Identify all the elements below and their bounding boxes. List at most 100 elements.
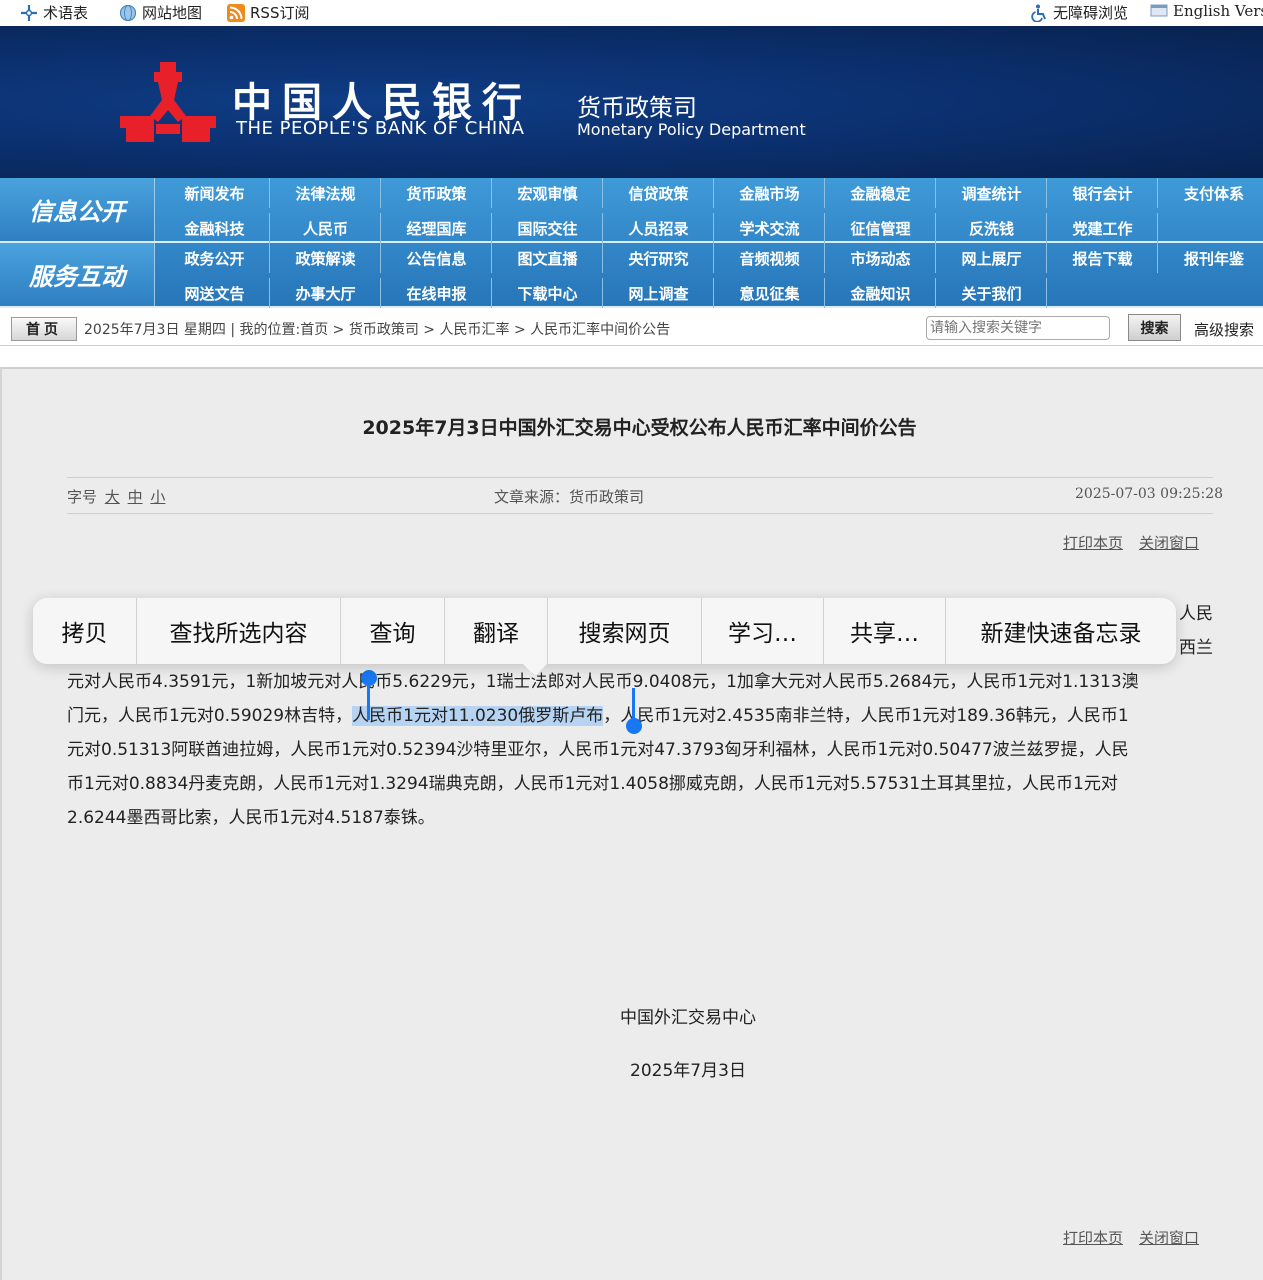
- nav-item[interactable]: 新闻发布: [160, 178, 270, 208]
- nav-item[interactable]: 办事大厅: [271, 278, 381, 308]
- nav-item[interactable]: 图文直播: [493, 243, 603, 273]
- nav-item[interactable]: 法律法规: [271, 178, 381, 208]
- menu-copy[interactable]: 拷贝: [33, 598, 137, 664]
- english-link[interactable]: English Versio: [1150, 2, 1263, 20]
- font-size-label: 字号: [67, 488, 98, 506]
- advanced-search-link[interactable]: 高级搜索: [1194, 319, 1254, 340]
- nav-item[interactable]: 宏观审慎: [493, 178, 603, 208]
- article-panel: 2025年7月3日中国外汇交易中心受权公布人民币汇率中间价公告 字号 大 中 小…: [0, 367, 1263, 1280]
- menu-translate[interactable]: 翻译: [445, 598, 548, 664]
- font-large-link[interactable]: 大: [105, 488, 120, 506]
- sign-date: 2025年7月3日: [630, 1061, 746, 1081]
- accessible-link[interactable]: 无障碍浏览: [1030, 2, 1128, 23]
- body-line: 元对0.51313阿联酋迪拉姆，人民币1元对0.52394沙特里亚尔，人民币1元…: [67, 740, 1129, 760]
- nav-item[interactable]: 银行会计: [1048, 178, 1158, 208]
- nav-item[interactable]: 经理国库: [382, 213, 492, 243]
- main-nav: 信息公开 新闻发布 法律法规 货币政策 宏观审慎 信贷政策 金融市场 金融稳定 …: [0, 178, 1263, 308]
- nav-item[interactable]: 党建工作: [1048, 213, 1158, 243]
- nav-item[interactable]: 意见征集: [715, 278, 825, 308]
- nav-item[interactable]: 关于我们: [937, 278, 1047, 308]
- menu-share[interactable]: 共享…: [824, 598, 946, 664]
- top-utility-bar: 术语表 网站地图 RSS订阅 无障碍浏览 English Versio: [0, 0, 1263, 26]
- nav-item[interactable]: 人民币: [271, 213, 381, 243]
- nav-item[interactable]: 支付体系: [1159, 178, 1263, 208]
- font-medium-link[interactable]: 中: [128, 488, 143, 506]
- nav-item[interactable]: 金融科技: [160, 213, 270, 243]
- print-link[interactable]: 打印本页: [1063, 1229, 1123, 1247]
- search-input[interactable]: [926, 316, 1110, 340]
- nav-item[interactable]: 公告信息: [382, 243, 492, 273]
- body-line: 币1元对0.8834丹麦克朗，人民币1元对1.3294瑞典克朗，人民币1元对1.…: [67, 774, 1118, 794]
- selected-text[interactable]: 人民币1元对11.0230俄罗斯卢布: [352, 706, 604, 726]
- nav-item[interactable]: 政务公开: [160, 243, 270, 273]
- nav-item[interactable]: 人员招录: [604, 213, 714, 243]
- nav-item[interactable]: 网上展厅: [937, 243, 1047, 273]
- menu-search-web[interactable]: 搜索网页: [548, 598, 702, 664]
- search-button[interactable]: 搜索: [1128, 314, 1181, 341]
- bank-name-en: THE PEOPLE'S BANK OF CHINA: [236, 118, 525, 139]
- nav-row-info: 信息公开 新闻发布 法律法规 货币政策 宏观审慎 信贷政策 金融市场 金融稳定 …: [0, 178, 1263, 243]
- text-selection-context-menu: 拷贝 查找所选内容 查询 翻译 搜索网页 学习… 共享… 新建快速备忘录: [33, 598, 1176, 676]
- english-label: English Versio: [1173, 2, 1263, 20]
- nav-item[interactable]: 金融稳定: [826, 178, 936, 208]
- nav-item[interactable]: 报刊年鉴: [1159, 243, 1263, 273]
- breadcrumb-bar: 首页 2025年7月3日 星期四 | 我的位置:首页 > 货币政策司 > 人民币…: [0, 310, 1263, 346]
- nav-item[interactable]: 反洗钱: [937, 213, 1047, 243]
- font-size-control: 字号 大 中 小: [67, 486, 165, 507]
- selection-end-handle[interactable]: [626, 688, 642, 734]
- nav-item[interactable]: 报告下载: [1048, 243, 1158, 273]
- selection-start-handle[interactable]: [361, 670, 377, 720]
- nav-item[interactable]: 信贷政策: [604, 178, 714, 208]
- menu-learn[interactable]: 学习…: [702, 598, 824, 664]
- article-title: 2025年7月3日中国外汇交易中心受权公布人民币汇率中间价公告: [362, 417, 917, 439]
- nav-item[interactable]: 金融知识: [826, 278, 936, 308]
- divider: [67, 513, 1213, 514]
- wheelchair-icon: [1030, 4, 1048, 22]
- nav-item[interactable]: 央行研究: [604, 243, 714, 273]
- nav-item[interactable]: 调查统计: [937, 178, 1047, 208]
- article-tools-top: 打印本页 关闭窗口: [1063, 532, 1199, 553]
- print-link[interactable]: 打印本页: [1063, 534, 1123, 552]
- menu-find-selection[interactable]: 查找所选内容: [137, 598, 341, 664]
- nav-item[interactable]: 政策解读: [271, 243, 381, 273]
- nav-row-service: 服务互动 政务公开 政策解读 公告信息 图文直播 央行研究 音频视频 市场动态 …: [0, 243, 1263, 308]
- body-text-segment: ，人民币1元对2.4535南非兰特，人民币1元对189.36韩元，人民币1: [603, 706, 1129, 726]
- close-window-link[interactable]: 关闭窗口: [1139, 534, 1199, 552]
- sitemap-link[interactable]: 网站地图: [119, 2, 202, 23]
- nav-item[interactable]: 网上调查: [604, 278, 714, 308]
- rss-link[interactable]: RSS订阅: [227, 2, 309, 23]
- globe-icon: [119, 4, 137, 22]
- rss-icon: [227, 3, 245, 22]
- nav-item[interactable]: 金融市场: [715, 178, 825, 208]
- rss-label: RSS订阅: [250, 4, 310, 22]
- glossary-icon: [20, 4, 38, 22]
- nav-item[interactable]: 在线申报: [382, 278, 492, 308]
- nav-item[interactable]: 征信管理: [826, 213, 936, 243]
- article-source: 文章来源：货币政策司: [494, 488, 645, 506]
- body-line: 2.6244墨西哥比索，人民币1元对4.5187泰铢。: [67, 808, 435, 828]
- nav-label-service: 服务互动: [0, 243, 155, 306]
- glossary-link[interactable]: 术语表: [20, 2, 88, 23]
- sitemap-label: 网站地图: [142, 4, 203, 22]
- divider: [67, 477, 1213, 478]
- body-line: 元对人民币4.3591元，1新加坡元对人民币5.6229元，1瑞士法郎对人民币9…: [67, 672, 1139, 692]
- nav-item[interactable]: 下载中心: [493, 278, 603, 308]
- nav-item[interactable]: 国际交往: [493, 213, 603, 243]
- accessible-label: 无障碍浏览: [1053, 4, 1129, 22]
- menu-new-quick-note[interactable]: 新建快速备忘录: [946, 598, 1176, 664]
- dept-name-cn: 货币政策司: [577, 94, 697, 122]
- nav-item[interactable]: 市场动态: [826, 243, 936, 273]
- pboc-logo-icon[interactable]: [118, 60, 218, 150]
- font-small-link[interactable]: 小: [150, 488, 165, 506]
- nav-item[interactable]: 货币政策: [382, 178, 492, 208]
- menu-lookup[interactable]: 查询: [341, 598, 445, 664]
- article-tools-bottom: 打印本页 关闭窗口: [1063, 1227, 1199, 1248]
- glossary-label: 术语表: [43, 4, 89, 22]
- breadcrumb[interactable]: 2025年7月3日 星期四 | 我的位置:首页 > 货币政策司 > 人民币汇率 …: [84, 319, 670, 339]
- close-window-link[interactable]: 关闭窗口: [1139, 1229, 1199, 1247]
- nav-item[interactable]: 学术交流: [715, 213, 825, 243]
- nav-item[interactable]: 网送文告: [160, 278, 270, 308]
- nav-item[interactable]: 音频视频: [715, 243, 825, 273]
- signer: 中国外汇交易中心: [620, 1008, 756, 1028]
- home-button[interactable]: 首页: [11, 317, 77, 341]
